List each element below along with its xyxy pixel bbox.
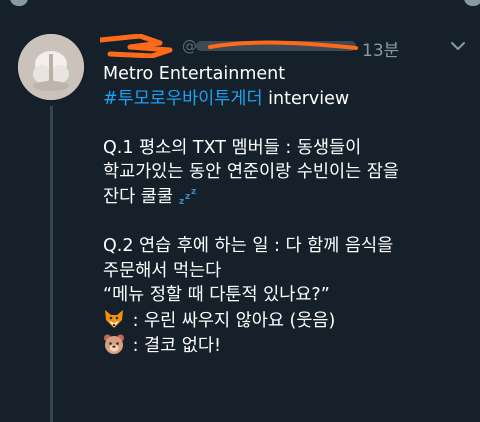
svg-text:@: @ bbox=[182, 37, 197, 55]
tweet-screen: @ 13분 Metro Entertainment #투모로우바이투게더 int… bbox=[0, 0, 480, 422]
thread-line bbox=[50, 106, 53, 422]
tweet-header: @ bbox=[97, 33, 360, 59]
q2-line-1: Q.2 연습 후에 하는 일 : 다 함께 음식을 bbox=[103, 236, 394, 257]
interview-text: interview bbox=[262, 88, 350, 109]
q1-line-1: Q.1 평소의 TXT 멤버들 : 동생들이 bbox=[103, 137, 362, 158]
fox-emoji-icon bbox=[103, 308, 125, 330]
answer-bear-text: : 결코 없다! bbox=[127, 335, 221, 356]
avatar[interactable] bbox=[18, 34, 84, 100]
top-right-marker bbox=[464, 0, 480, 6]
svg-text:z: z bbox=[185, 192, 190, 202]
tweet-text: Metro Entertainment #투모로우바이투게더 interview… bbox=[103, 62, 473, 357]
hashtag-link[interactable]: #투모로우바이투게더 bbox=[103, 89, 263, 109]
tweet-line-hashtag: #투모로우바이투게더 interview bbox=[103, 87, 473, 112]
tweet-line-company: Metro Entertainment bbox=[103, 64, 286, 84]
zzz-emoji-icon: z z z bbox=[179, 187, 201, 207]
svg-text:z: z bbox=[191, 187, 196, 197]
q1-line-3: 잔다 쿨쿨 z z z bbox=[103, 185, 473, 210]
top-left-marker bbox=[10, 0, 28, 6]
svg-text:z: z bbox=[179, 197, 184, 205]
q2-line-2: 주문해서 먹는다 bbox=[103, 260, 222, 281]
q2-line-3: “메뉴 정할 때 다툰적 있나요?” bbox=[103, 285, 330, 306]
q1-line-3-text: 잔다 쿨쿨 bbox=[103, 186, 173, 207]
avatar-image bbox=[18, 34, 84, 100]
chevron-down-icon[interactable] bbox=[448, 36, 468, 56]
top-bar bbox=[0, 0, 480, 8]
bear-emoji-icon bbox=[103, 333, 125, 355]
answer-fox-text: : 우린 싸우지 않아요 (웃음) bbox=[127, 310, 336, 331]
tweet-timestamp[interactable]: 13분 bbox=[362, 36, 399, 61]
redacted-username[interactable]: @ bbox=[97, 33, 360, 59]
answer-fox: : 우린 싸우지 않아요 (웃음) bbox=[103, 308, 473, 333]
q1-line-2: 학교가있는 동안 연준이랑 수빈이는 잠을 bbox=[103, 162, 399, 183]
answer-bear: : 결코 없다! bbox=[103, 333, 473, 358]
redaction-scribble: @ bbox=[97, 33, 358, 59]
